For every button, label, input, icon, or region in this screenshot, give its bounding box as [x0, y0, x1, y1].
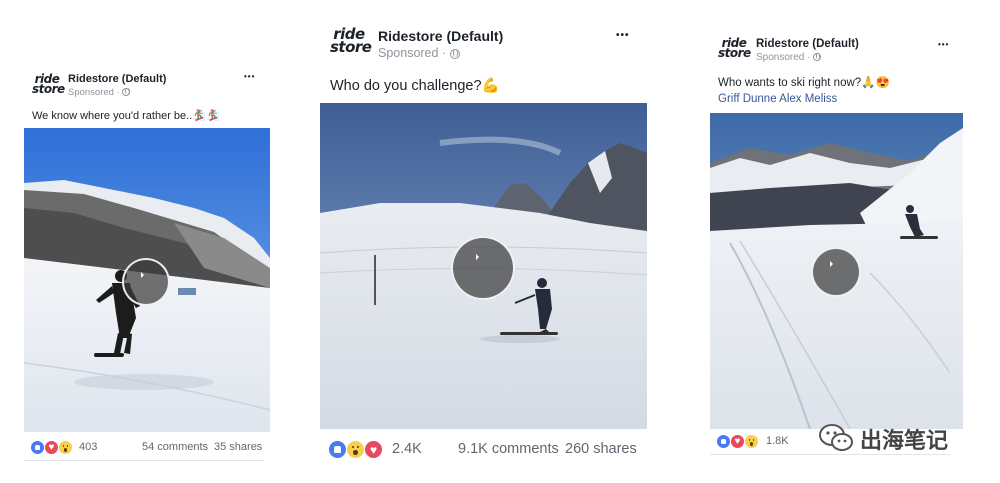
sponsored-label: Sponsored ·: [378, 46, 460, 60]
logo-line-2: store: [718, 46, 751, 61]
divider: [24, 460, 264, 461]
globe-icon: [122, 88, 131, 97]
shares-count[interactable]: 260 shares: [565, 441, 637, 457]
wow-reaction-icon[interactable]: [744, 434, 759, 449]
wechat-icon: [819, 424, 853, 451]
love-reaction-icon[interactable]: [44, 440, 59, 455]
post-caption: We know where you'd rather be..🏂🏂: [32, 110, 220, 122]
video-player[interactable]: [320, 103, 647, 429]
like-reaction-icon[interactable]: [30, 440, 45, 455]
more-options-button[interactable]: •••: [616, 30, 630, 41]
ridestore-logo[interactable]: ride store: [330, 27, 372, 56]
sponsored-text: Sponsored ·: [756, 52, 811, 63]
globe-icon: [813, 53, 822, 62]
post-caption: Who wants to ski right now?🙏😍: [718, 77, 890, 89]
more-options-button[interactable]: •••: [244, 72, 255, 81]
comments-count[interactable]: 9.1K comments: [458, 441, 559, 457]
globe-icon: [449, 48, 460, 59]
logo-line-2: store: [330, 37, 372, 56]
post-caption: Who do you challenge?💪: [330, 78, 500, 94]
reaction-count[interactable]: 403: [79, 441, 97, 453]
page-name[interactable]: Ridestore (Default): [68, 73, 166, 85]
wow-reaction-icon[interactable]: [346, 440, 365, 459]
wow-reaction-icon[interactable]: [58, 440, 73, 455]
play-button[interactable]: [451, 236, 515, 300]
play-button[interactable]: [811, 247, 861, 297]
sponsored-text: Sponsored ·: [378, 46, 447, 60]
reaction-count[interactable]: 1.8K: [766, 435, 789, 447]
ad-card-1: ride store Ridestore (Default) Sponsored…: [24, 68, 270, 468]
sponsored-label: Sponsored ·: [756, 52, 822, 63]
page-name[interactable]: Ridestore (Default): [756, 38, 859, 50]
video-player[interactable]: [24, 128, 270, 432]
reaction-count[interactable]: 2.4K: [392, 441, 422, 457]
ridestore-logo[interactable]: ride store: [718, 37, 751, 61]
page-name[interactable]: Ridestore (Default): [378, 28, 503, 44]
sponsored-text: Sponsored ·: [68, 87, 120, 98]
more-options-button[interactable]: •••: [938, 40, 949, 49]
tagged-users-link[interactable]: Griff Dunne Alex Meliss: [718, 93, 837, 105]
ridestore-logo[interactable]: ride store: [32, 73, 65, 97]
play-button[interactable]: [122, 258, 170, 306]
like-reaction-icon[interactable]: [328, 440, 347, 459]
reactions-bar: 2.4K 9.1K comments 260 shares: [320, 438, 650, 462]
sponsored-label: Sponsored ·: [68, 87, 131, 98]
video-player[interactable]: [710, 113, 963, 429]
ad-card-3: ride store Ridestore (Default) Sponsored…: [710, 30, 970, 470]
watermark-text: 出海笔记: [860, 429, 949, 454]
love-reaction-icon[interactable]: [730, 434, 745, 449]
like-reaction-icon[interactable]: [716, 434, 731, 449]
shares-count[interactable]: 35 shares: [214, 441, 262, 453]
reactions-bar: 403 54 comments 35 shares: [24, 438, 270, 458]
love-reaction-icon[interactable]: [364, 440, 383, 459]
ad-card-2: ride store Ridestore (Default) Sponsored…: [320, 22, 650, 470]
comments-count[interactable]: 54 comments: [142, 441, 208, 453]
logo-line-2: store: [32, 82, 65, 97]
